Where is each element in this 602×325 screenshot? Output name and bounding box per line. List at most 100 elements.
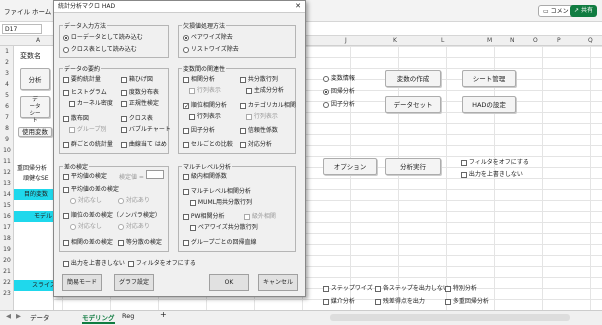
column-header-a[interactable]: A	[36, 37, 40, 44]
had-settings-button[interactable]: HADの設定	[462, 96, 516, 113]
column-header-q[interactable]: Q	[588, 37, 593, 44]
model-cell[interactable]: モデル	[14, 211, 54, 222]
chk-histogram[interactable]: ヒストグラム	[63, 87, 107, 96]
close-icon[interactable]: ✕	[295, 3, 301, 10]
simple-mode-button[interactable]: 簡易モード	[62, 274, 102, 291]
column-header-m[interactable]: M	[487, 37, 492, 44]
dataset-button[interactable]: データセット	[385, 96, 441, 113]
chk-dialog-no-overwrite[interactable]: 出力を上書きしない	[63, 258, 125, 267]
chk-dialog-filter-off[interactable]: フィルタをオフにする	[128, 258, 196, 267]
column-header-k[interactable]: K	[393, 37, 397, 44]
column-header-l[interactable]: L	[441, 37, 444, 44]
row-header-11[interactable]: 11	[1, 158, 13, 165]
chk-equal-variance[interactable]: 等分散の検定	[118, 237, 162, 246]
chk-cell-comparison[interactable]: セルごとの比較	[183, 139, 233, 148]
radio-listwise[interactable]: リストワイズ除去	[183, 44, 239, 53]
chk-correspondence[interactable]: 対応分析	[240, 139, 272, 148]
chk-correlation-diff[interactable]: 相関の差の検定	[63, 237, 113, 246]
chk-rank-correlation[interactable]: 順位相関分析	[183, 100, 227, 109]
radio-variable-info[interactable]: 変数情報	[323, 73, 355, 82]
chk-icc[interactable]: 級内相関係数	[183, 171, 227, 180]
chk-pca[interactable]: 主成分分析	[246, 85, 284, 94]
chk-categorical-correlation[interactable]: カテゴリカル相関	[240, 100, 296, 109]
radio-regression[interactable]: 回帰分析	[323, 86, 355, 95]
chk-rank-diff-test[interactable]: 順位の差の検定（ノンパラ検定）	[63, 210, 161, 219]
row-header-6[interactable]: 6	[1, 103, 13, 110]
row-header-19[interactable]: 19	[1, 246, 13, 253]
no-overwrite-checkbox[interactable]: 出力を上書きしない	[461, 169, 523, 178]
chk-matrix-view-1[interactable]: 行列表示	[189, 85, 221, 94]
radio-factor[interactable]: 因子分析	[323, 99, 355, 108]
chk-multilevel-correlation[interactable]: マルチレベル相関分析	[183, 186, 251, 195]
chk-mean-test[interactable]: 平均値の検定	[63, 171, 107, 180]
tab-scroll-right-icon[interactable]: ▶	[16, 312, 21, 320]
radio-raw-data[interactable]: ローデータとして読み込む	[63, 32, 143, 41]
tab-modeling[interactable]: モデリング	[82, 312, 115, 324]
row-header-2[interactable]: 2	[1, 59, 13, 66]
menu-file[interactable]: ファイル	[4, 6, 30, 16]
row-header-5[interactable]: 5	[1, 92, 13, 99]
tab-data[interactable]: データ	[30, 312, 50, 322]
chk-muml-covariance[interactable]: MUML用共分散行列	[190, 197, 252, 206]
radio-cross-table[interactable]: クロス表として読み込む	[63, 44, 137, 53]
used-vars-button[interactable]: 使用変数	[18, 127, 52, 137]
row-header-10[interactable]: 10	[1, 147, 13, 154]
radio-pairwise[interactable]: ペアワイズ除去	[183, 32, 233, 41]
sheet-management-button[interactable]: シート管理	[462, 70, 516, 87]
analysis-button[interactable]: 分析	[20, 68, 50, 90]
multi-regression-checkbox[interactable]: 多重回帰分析	[445, 296, 489, 305]
row-header-8[interactable]: 8	[1, 125, 13, 132]
chk-correlation[interactable]: 相関分析	[183, 74, 215, 83]
chk-by-group[interactable]: グループ別	[69, 124, 107, 133]
row-header-20[interactable]: 20	[1, 257, 13, 264]
name-box[interactable]: D17	[2, 24, 42, 34]
row-header-12[interactable]: 12	[1, 169, 13, 176]
radio-rank-unpaired[interactable]: 対応なし	[70, 221, 102, 230]
column-header-o[interactable]: O	[533, 37, 538, 44]
chk-kernel-density[interactable]: カーネル密度	[69, 98, 113, 107]
chk-covariance-matrix[interactable]: 共分散行列	[240, 74, 278, 83]
stepwise-checkbox[interactable]: ステップワイズ	[323, 283, 373, 292]
chk-matrix-view-2[interactable]: 行列表示	[189, 111, 221, 120]
row-header-16[interactable]: 16	[1, 213, 13, 220]
chk-bubble-chart[interactable]: バブルチャート	[121, 124, 171, 133]
graph-settings-button[interactable]: グラフ設定	[114, 274, 154, 291]
data-sheet-button[interactable]: デ ータ シー ト	[20, 96, 50, 124]
row-header-22[interactable]: 22	[1, 279, 13, 286]
run-analysis-button[interactable]: 分析実行	[385, 158, 441, 175]
radio-mean-paired[interactable]: 対応あり	[118, 195, 150, 204]
radio-rank-paired[interactable]: 対応あり	[118, 221, 150, 230]
chk-outer-correlation[interactable]: 級外相関	[244, 211, 276, 220]
row-header-9[interactable]: 9	[1, 136, 13, 143]
row-header-7[interactable]: 7	[1, 114, 13, 121]
tab-scroll-left-icon[interactable]: ◀	[6, 312, 11, 320]
cancel-button[interactable]: キャンセル	[258, 274, 298, 291]
row-header-13[interactable]: 13	[1, 180, 13, 187]
chk-frequency-table[interactable]: 度数分布表	[121, 87, 159, 96]
share-button[interactable]: ↗ 共有	[570, 5, 597, 17]
make-variable-button[interactable]: 変数の作成	[385, 70, 441, 87]
residual-checkbox[interactable]: 残差得点を出力	[375, 296, 425, 305]
chk-normality-test[interactable]: 正規性検定	[121, 98, 159, 107]
row-header-21[interactable]: 21	[1, 268, 13, 275]
radio-mean-unpaired[interactable]: 対応なし	[70, 195, 102, 204]
chk-boxplot[interactable]: 箱ひげ図	[121, 74, 153, 83]
slice-cell[interactable]: スライス	[14, 280, 56, 291]
chk-group-regression-lines[interactable]: グループごとの回帰直線	[183, 237, 257, 246]
target-var-cell[interactable]: 目的変数	[14, 189, 54, 200]
chk-matrix-view-3[interactable]: 行列表示	[246, 111, 278, 120]
row-header-17[interactable]: 17	[1, 224, 13, 231]
row-header-3[interactable]: 3	[1, 70, 13, 77]
ok-button[interactable]: OK	[209, 274, 249, 291]
mediation-checkbox[interactable]: 媒介分析	[323, 296, 355, 305]
test-value-input[interactable]	[146, 170, 164, 179]
chk-crosstab[interactable]: クロス表	[121, 113, 153, 122]
no-each-step-checkbox[interactable]: 各ステップを出力しない	[375, 283, 449, 292]
options-button[interactable]: オプション	[323, 158, 377, 175]
horizontal-scrollbar[interactable]	[330, 314, 570, 321]
menu-home[interactable]: ホーム	[32, 6, 51, 16]
chk-reliability[interactable]: 信頼性係数	[240, 125, 278, 134]
filter-off-checkbox[interactable]: フィルタをオフにする	[461, 157, 529, 166]
row-header-15[interactable]: 15	[1, 202, 13, 209]
row-header-14[interactable]: 14	[1, 191, 13, 198]
